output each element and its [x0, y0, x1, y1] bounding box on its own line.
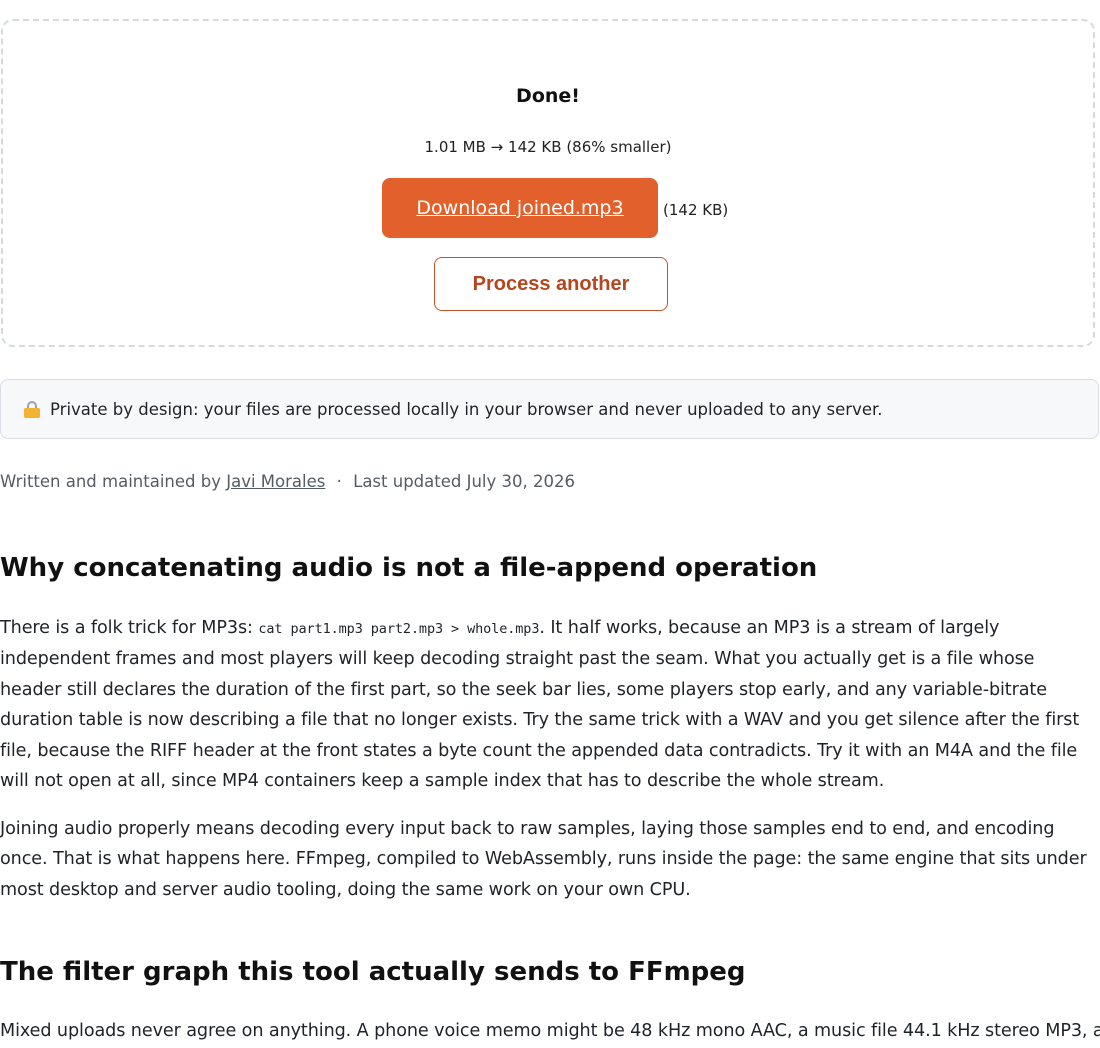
- byline: Written and maintained by Javi Morales ·…: [0, 472, 575, 491]
- download-size: (142 KB): [663, 201, 729, 219]
- author-link[interactable]: Javi Morales: [226, 472, 325, 491]
- byline-prefix: Written and maintained by: [0, 472, 221, 491]
- process-another-button[interactable]: Process another: [434, 257, 668, 311]
- byline-separator: ·: [336, 472, 342, 491]
- last-updated: Last updated July 30, 2026: [353, 472, 575, 491]
- section-heading-filter-graph: The filter graph this tool actually send…: [0, 957, 746, 987]
- privacy-text: Private by design: your files are proces…: [50, 399, 883, 419]
- paragraph-joining-properly: Joining audio properly means decoding ev…: [0, 819, 1087, 900]
- download-button[interactable]: Download joined.mp3: [382, 178, 658, 238]
- inline-code: cat part1.mp3 part2.mp3 > whole.mp3: [258, 621, 540, 637]
- paragraph-text: There is a folk trick for MP3s:: [0, 618, 259, 638]
- paragraph-text: . It half works, because an MP3 is a str…: [0, 618, 1080, 792]
- section-heading-concatenating: Why concatenating audio is not a file-ap…: [0, 553, 818, 583]
- result-panel: Done! 1.01 MB → 142 KB (86% smaller) Dow…: [1, 19, 1095, 347]
- done-title: Done!: [516, 85, 580, 107]
- paragraph-folk-trick: There is a folk trick for MP3s: cat part…: [0, 613, 1100, 796]
- privacy-notice: Private by design: your files are proces…: [0, 379, 1099, 439]
- size-summary: 1.01 MB → 142 KB (86% smaller): [424, 138, 672, 156]
- lock-icon: [24, 400, 40, 418]
- paragraph-mixed-uploads: Mixed uploads never agree on anything. A…: [0, 1021, 1100, 1041]
